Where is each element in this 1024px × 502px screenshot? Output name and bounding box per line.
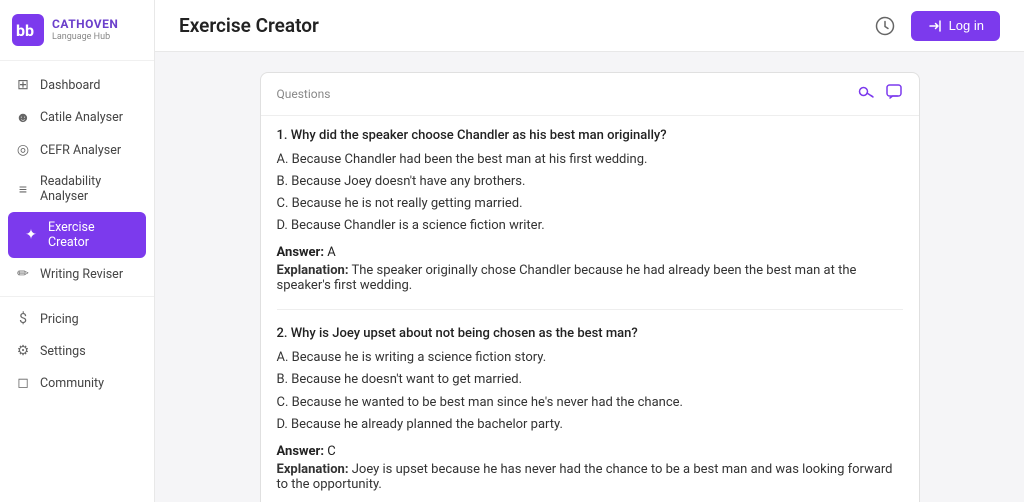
question-2-option-c: C. Because he wanted to be best man sinc… [277, 392, 903, 414]
question-2-text: 2. Why is Joey upset about not being cho… [277, 326, 903, 341]
history-icon [875, 16, 895, 36]
sidebar-item-label: Settings [40, 344, 86, 359]
cefr-icon: ◎ [14, 142, 32, 158]
catile-icon: ☻ [14, 109, 32, 126]
sidebar-item-catile-analyser[interactable]: ☻ Catile Analyser [0, 101, 154, 134]
questions-panel: Questions [260, 72, 920, 502]
app-logo-title: CATHOVEN [52, 17, 118, 31]
question-1-option-c: C. Because he is not really getting marr… [277, 193, 903, 215]
logo-text: CATHOVEN Language Hub [52, 17, 118, 42]
sidebar-item-dashboard[interactable]: ⊞ Dashboard [0, 69, 154, 101]
login-button[interactable]: Log in [911, 11, 1000, 41]
question-1-answer: Answer: A [277, 245, 903, 260]
header-actions: Log in [871, 11, 1000, 41]
history-button[interactable] [871, 12, 899, 40]
main-area: Exercise Creator Log in Questions [155, 0, 1024, 502]
question-1-text: 1. Why did the speaker choose Chandler a… [277, 128, 903, 143]
questions-label: Questions [277, 87, 331, 101]
sidebar-item-exercise-creator[interactable]: ✦ Exercise Creator [8, 212, 146, 258]
questions-header: Questions [261, 73, 919, 116]
readability-icon: ≡ [14, 181, 32, 198]
page-title: Exercise Creator [179, 14, 319, 37]
sidebar-item-cefr-analyser[interactable]: ◎ CEFR Analyser [0, 134, 154, 166]
questions-icons [857, 83, 903, 105]
sidebar-item-label: Exercise Creator [48, 220, 132, 250]
sidebar-item-label: Readability Analyser [40, 174, 140, 204]
question-2-option-b: B. Because he doesn't want to get marrie… [277, 369, 903, 391]
writing-icon: ✏ [14, 266, 32, 282]
question-block-1: 1. Why did the speaker choose Chandler a… [277, 128, 903, 310]
sidebar: bb CATHOVEN Language Hub ⊞ Dashboard ☻ C… [0, 0, 155, 502]
sidebar-item-community[interactable]: ◻ Community [0, 367, 154, 399]
sidebar-item-writing-reviser[interactable]: ✏ Writing Reviser [0, 258, 154, 290]
login-icon [927, 18, 943, 34]
question-2-option-a: A. Because he is writing a science ficti… [277, 347, 903, 369]
sidebar-item-settings[interactable]: ⚙ Settings [0, 335, 154, 367]
key-icon[interactable] [857, 83, 875, 105]
settings-icon: ⚙ [14, 343, 32, 359]
community-icon: ◻ [14, 375, 32, 391]
question-2-option-d: D. Because he already planned the bachel… [277, 414, 903, 436]
sidebar-item-label: Dashboard [40, 78, 100, 93]
sidebar-item-label: Community [40, 376, 104, 391]
exercise-icon: ✦ [22, 227, 40, 243]
question-2-answer: Answer: C [277, 444, 903, 459]
sidebar-item-readability-analyser[interactable]: ≡ Readability Analyser [0, 166, 154, 212]
nav-divider [0, 296, 154, 297]
question-1-option-a: A. Because Chandler had been the best ma… [277, 149, 903, 171]
app-logo-subtitle: Language Hub [52, 32, 118, 43]
logo-area: bb CATHOVEN Language Hub [0, 0, 154, 61]
nav-section: ⊞ Dashboard ☻ Catile Analyser ◎ CEFR Ana… [0, 61, 154, 502]
question-block-2: 2. Why is Joey upset about not being cho… [277, 326, 903, 502]
sidebar-item-label: Catile Analyser [40, 110, 123, 125]
questions-body: 1. Why did the speaker choose Chandler a… [261, 116, 919, 502]
sidebar-item-label: Writing Reviser [40, 267, 123, 282]
sidebar-item-label: Pricing [40, 312, 79, 327]
login-label: Log in [949, 18, 984, 33]
question-1-option-b: B. Because Joey doesn't have any brother… [277, 171, 903, 193]
header: Exercise Creator Log in [155, 0, 1024, 52]
content-area: Questions [155, 52, 1024, 502]
question-1-option-d: D. Because Chandler is a science fiction… [277, 215, 903, 237]
logo-icon: bb [12, 14, 44, 46]
sidebar-item-pricing[interactable]: $ Pricing [0, 303, 154, 335]
pricing-icon: $ [14, 311, 32, 327]
sidebar-item-label: CEFR Analyser [40, 143, 121, 158]
question-2-explanation: Explanation: Joey is upset because he ha… [277, 462, 903, 492]
question-1-explanation: Explanation: The speaker originally chos… [277, 263, 903, 293]
dashboard-icon: ⊞ [14, 77, 32, 93]
svg-text:bb: bb [16, 21, 34, 40]
chat-icon[interactable] [885, 83, 903, 105]
